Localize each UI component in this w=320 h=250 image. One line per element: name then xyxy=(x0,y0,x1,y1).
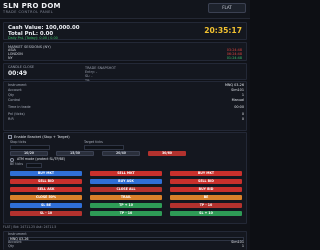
session-time-ny: 01:24:48 xyxy=(226,56,242,60)
close-50-button[interactable]: CLOSE 50% xyxy=(10,195,82,200)
market-sessions: MARKET SESSIONS (NY) ASIA 03:24:48 LONDO… xyxy=(3,42,247,61)
preset-20-40-button[interactable]: 20/40 xyxy=(102,151,140,156)
account-summary: Cash Value: 100,000.00 Total PnL: 0.00 D… xyxy=(3,22,247,40)
app-logo: SLN PRO DOM xyxy=(3,2,61,10)
preset-30-60-button[interactable]: 30/60 xyxy=(148,151,186,156)
bracket-label: Enable Bracket (Stop + Target) xyxy=(14,135,70,139)
daily-pnl: Daily PnL (Today): 0.00 / 0.00 xyxy=(8,36,58,40)
buy-bid-button[interactable]: BUY BID xyxy=(170,187,242,192)
info-value-rr: 0 xyxy=(241,117,244,121)
lower-label-qty: Qty xyxy=(8,244,15,248)
flat-button[interactable]: FLAT xyxy=(208,3,246,13)
tp-minus-10-button-2[interactable]: TP - 10 xyxy=(90,211,162,216)
be-ticks-label: BE ticks xyxy=(10,162,24,166)
preset-10-20-button[interactable]: 10/20 xyxy=(10,151,48,156)
buy-mkt-button[interactable]: BUY MKT xyxy=(10,171,82,176)
sl-be-button[interactable]: SL BE xyxy=(10,203,82,208)
session-name-ny: NY xyxy=(8,56,13,60)
buy-ask-button[interactable]: BUY ASK xyxy=(90,179,162,184)
atm-mode-label: ATM mode (protect SL/TP/BE) xyxy=(17,157,66,161)
sl-minus-10-button[interactable]: SL - 10 xyxy=(10,211,82,216)
trade-control-panel: SLN PRO DOM TRADE CONTROL PANEL FLAT Cas… xyxy=(0,0,250,250)
candle-snapshot: CANDLE CLOSE 00:49 TRADE SNAPSHOT Entry:… xyxy=(3,63,247,83)
position-info: Instrument MNQ 03-26 Account Sim101 Qty … xyxy=(3,81,247,131)
preset-15-30-button[interactable]: 15/30 xyxy=(56,151,94,156)
info-label-rr: R:R xyxy=(8,117,14,121)
sell-bid-button[interactable]: SELL BID xyxy=(10,179,82,184)
tp-minus-10-button[interactable]: TP - 10 xyxy=(170,203,242,208)
bracket-checkbox[interactable] xyxy=(8,135,12,139)
stop-ticks-input[interactable] xyxy=(10,145,50,150)
sell-ask-button[interactable]: SELL ASK xyxy=(10,187,82,192)
close-all-button[interactable]: CLOSE ALL xyxy=(90,187,162,192)
sell-bid-button-2[interactable]: SELL BID xyxy=(170,179,242,184)
info-label-time-in-trade: Time in trade xyxy=(8,105,31,109)
target-ticks-input[interactable] xyxy=(84,145,124,150)
be-ticks-input[interactable] xyxy=(26,163,42,168)
info-row: Control Manual xyxy=(8,98,244,104)
lower-instrument-panel: Instrument MNQ 03-26 Account Sim101 Qty … xyxy=(3,231,247,250)
info-value-control: Manual xyxy=(231,98,244,102)
status-footer: FLAT | Bid: 24711.25 Ask: 24711.5 xyxy=(3,225,57,229)
be-button[interactable]: BE xyxy=(170,195,242,200)
info-row: Time in trade 00:00 xyxy=(8,105,244,111)
info-label-control: Control xyxy=(8,98,21,102)
clock: 20:35:17 xyxy=(204,26,242,35)
header-bar: SLN PRO DOM TRADE CONTROL PANEL FLAT xyxy=(0,0,250,19)
lower-value-qty: 1 xyxy=(241,244,244,248)
tp-plus-10-button[interactable]: TP + 10 xyxy=(90,203,162,208)
app-subtitle: TRADE CONTROL PANEL xyxy=(3,10,54,14)
buy-mkt-button-2[interactable]: BUY MKT xyxy=(170,171,242,176)
sl-plus-10-button[interactable]: SL + 10 xyxy=(170,211,242,216)
lower-row: Qty 1 xyxy=(8,244,244,250)
info-value-time-in-trade: 00:00 xyxy=(234,105,244,109)
candle-close-value: 00:49 xyxy=(8,70,28,77)
trail-button[interactable]: TRAIL xyxy=(90,195,162,200)
sell-mkt-button[interactable]: SELL MKT xyxy=(90,171,162,176)
info-row: R:R 0 xyxy=(8,117,244,123)
order-controls: Enable Bracket (Stop + Target) Stop tick… xyxy=(3,132,247,224)
